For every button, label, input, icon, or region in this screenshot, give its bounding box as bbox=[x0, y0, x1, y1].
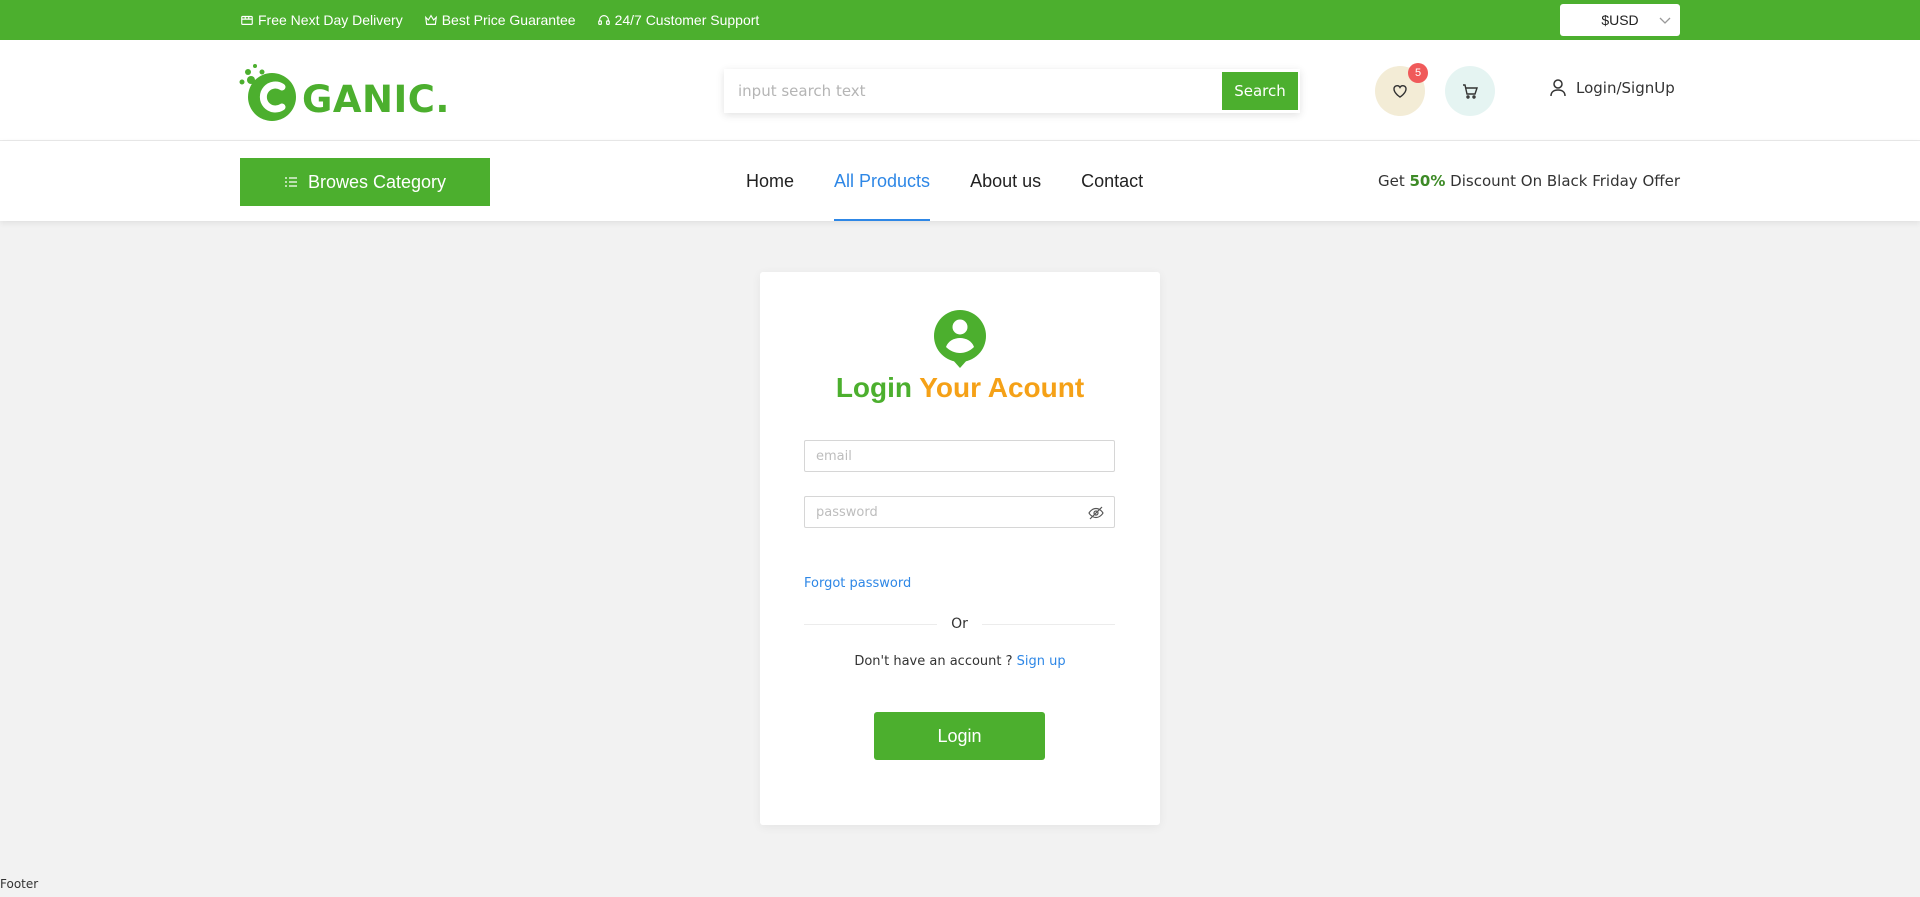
header: GANIC. Search 5 Login/SignUp bbox=[0, 40, 1920, 141]
promo-offer: Get 50% Discount On Black Friday Offer bbox=[1378, 172, 1680, 190]
login-card: Login Your Acount Forgot password Or Don… bbox=[760, 272, 1160, 825]
email-field[interactable] bbox=[805, 441, 1114, 471]
offer-suffix: Discount On Black Friday Offer bbox=[1450, 172, 1680, 190]
heart-icon bbox=[1393, 85, 1407, 98]
chevron-down-icon bbox=[1659, 17, 1671, 24]
search-button[interactable]: Search bbox=[1222, 72, 1298, 110]
or-label: Or bbox=[951, 616, 968, 632]
cart-icon bbox=[1463, 84, 1478, 99]
divider-line bbox=[804, 623, 938, 625]
login-button[interactable]: Login bbox=[874, 712, 1045, 760]
perk-support: 24/7 Customer Support bbox=[597, 12, 760, 28]
top-bar: Free Next Day Delivery Best Price Guaran… bbox=[0, 0, 1920, 40]
login-title: Login Your Acount bbox=[760, 372, 1160, 404]
currency-value: $USD bbox=[1601, 12, 1639, 28]
main-nav: Home All Products About us Contact bbox=[746, 141, 1143, 221]
nav-about-us[interactable]: About us bbox=[970, 141, 1041, 221]
divider-line bbox=[981, 623, 1115, 625]
nav-home[interactable]: Home bbox=[746, 141, 794, 221]
password-field[interactable] bbox=[805, 497, 1114, 527]
signup-link[interactable]: Sign up bbox=[1017, 654, 1066, 669]
nav-all-products[interactable]: All Products bbox=[834, 141, 931, 221]
footer: Footer bbox=[0, 877, 39, 891]
perk-label: Best Price Guarantee bbox=[441, 12, 576, 28]
perk-price: Best Price Guarantee bbox=[424, 12, 576, 28]
user-icon bbox=[1550, 79, 1566, 97]
perk-delivery: Free Next Day Delivery bbox=[240, 12, 403, 28]
nav-contact[interactable]: Contact bbox=[1081, 141, 1143, 221]
no-account-text: Don't have an account ? bbox=[854, 654, 1013, 669]
title-login: Login bbox=[835, 372, 913, 403]
login-signup-label: Login/SignUp bbox=[1576, 79, 1675, 97]
title-your-account: Your Acount bbox=[919, 372, 1085, 403]
logo-text: GANIC. bbox=[302, 78, 450, 121]
search-bar: Search bbox=[724, 69, 1300, 113]
or-divider: Or bbox=[804, 616, 1115, 632]
email-field-wrapper bbox=[804, 440, 1115, 472]
crown-icon bbox=[424, 14, 437, 25]
eye-slash-icon[interactable] bbox=[1088, 505, 1104, 521]
list-icon bbox=[284, 177, 297, 187]
browse-category-button[interactable]: Browes Category bbox=[240, 158, 490, 206]
currency-select[interactable]: $USD bbox=[1560, 4, 1680, 36]
offer-prefix: Get bbox=[1377, 172, 1405, 190]
wishlist-count-badge: 5 bbox=[1408, 63, 1428, 83]
headset-icon bbox=[597, 15, 610, 25]
cart-button[interactable] bbox=[1445, 66, 1495, 116]
password-field-wrapper bbox=[804, 496, 1115, 528]
signup-prompt: Don't have an account ? Sign up bbox=[760, 654, 1160, 669]
browse-category-label: Browes Category bbox=[307, 171, 447, 192]
offer-highlight: 50% bbox=[1409, 172, 1446, 190]
perk-label: 24/7 Customer Support bbox=[614, 12, 760, 28]
perks-list: Free Next Day Delivery Best Price Guaran… bbox=[240, 0, 759, 40]
forgot-password-link[interactable]: Forgot password bbox=[804, 576, 911, 591]
user-avatar-icon bbox=[934, 310, 986, 368]
perk-label: Free Next Day Delivery bbox=[258, 12, 403, 28]
search-input[interactable] bbox=[724, 69, 1222, 113]
login-signup-link[interactable]: Login/SignUp bbox=[1548, 78, 1675, 98]
truck-icon bbox=[241, 15, 253, 25]
nav-bar: Browes Category Home All Products About … bbox=[0, 141, 1920, 221]
